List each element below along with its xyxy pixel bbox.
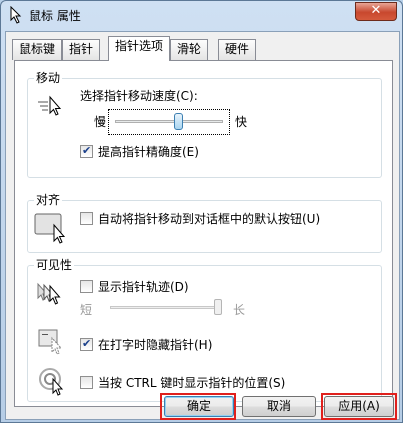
title-bar: 鼠标 属性 ✕ (1, 1, 402, 29)
tab-pointer-options[interactable]: 指针选项 (108, 36, 171, 61)
pointer-trails-icon (37, 282, 61, 305)
snap-checkbox[interactable] (80, 212, 93, 225)
tab-wheel[interactable]: 滑轮 (170, 39, 209, 60)
speed-slider-thumb[interactable] (174, 113, 184, 130)
dialog-client-area: 鼠标键 指针 指针选项 滑轮 硬件 移动 选择指针移动速度(C): 慢 快 ✔ … (5, 31, 400, 420)
mouse-properties-window: 鼠标 属性 ✕ 鼠标键 指针 指针选项 滑轮 硬件 移动 选择指针移动速度(C)… (0, 0, 403, 423)
pointer-options-panel: 移动 选择指针移动速度(C): 慢 快 提高指针精确度(E) (14, 60, 393, 407)
ctrl-locate-label[interactable]: 当按 CTRL 键时显示指针的位置(S) (98, 376, 285, 390)
trail-slider-thumb[interactable] (214, 299, 222, 315)
fast-label: 快 (235, 115, 248, 129)
close-icon: ✕ (370, 3, 382, 18)
hide-while-typing-icon (38, 329, 63, 355)
precision-checkbox[interactable] (80, 144, 93, 158)
tab-hardware[interactable]: 硬件 (218, 39, 257, 60)
window-title: 鼠标 属性 (29, 9, 81, 23)
visibility-group: 可见性 显示指针轨迹(D) 短 长 ✔ 在打字时隐藏指针(H) 当按 CTRL … (27, 258, 382, 402)
mouse-pointer-icon (10, 6, 22, 24)
hide-while-typing-label[interactable]: 在打字时隐藏指针(H) (98, 338, 212, 352)
snap-to-group: 对齐 自动将指针移动到对话框中的默认按钮(U) (27, 193, 382, 253)
tab-buttons[interactable]: 鼠标键 (12, 39, 63, 60)
snap-label[interactable]: 自动将指针移动到对话框中的默认按钮(U) (98, 212, 320, 226)
cancel-button-label: 取消 (266, 399, 291, 413)
visibility-heading: 可见性 (34, 258, 75, 272)
long-label: 长 (233, 303, 246, 317)
apply-button-highlight (321, 393, 397, 420)
slow-label: 慢 (94, 115, 107, 129)
speed-label: 选择指针移动速度(C): (80, 89, 198, 103)
ctrl-locate-checkbox[interactable] (80, 376, 93, 389)
snap-to-button-icon (34, 213, 66, 244)
ctrl-locate-icon (39, 368, 64, 396)
motion-group: 移动 选择指针移动速度(C): 慢 快 提高指针精确度(E) (27, 71, 382, 178)
speed-slider-track (115, 120, 223, 123)
hide-while-typing-checkbox[interactable] (80, 337, 93, 351)
speed-slider[interactable] (108, 109, 230, 135)
short-label: 短 (80, 303, 93, 317)
pointer-speed-icon (38, 95, 62, 116)
tab-pointers[interactable]: 指针 (62, 39, 101, 60)
precision-label[interactable]: 提高指针精确度(E) (98, 145, 199, 159)
close-button[interactable]: ✕ (355, 2, 397, 21)
trail-length-slider[interactable] (106, 299, 228, 319)
cancel-button[interactable]: 取消 (242, 396, 316, 417)
trail-slider-track (110, 306, 222, 309)
ok-button-highlight (160, 393, 236, 420)
snap-heading: 对齐 (34, 193, 63, 207)
motion-heading: 移动 (34, 71, 63, 85)
trails-label[interactable]: 显示指针轨迹(D) (98, 280, 189, 294)
trails-checkbox[interactable] (80, 280, 93, 293)
